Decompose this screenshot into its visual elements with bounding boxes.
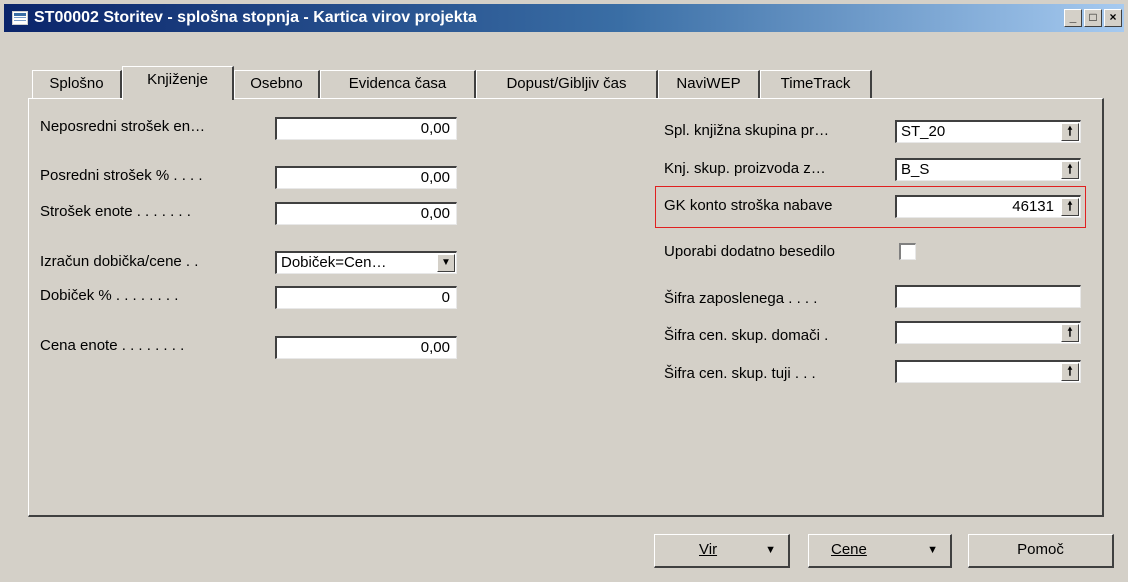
- extended-text-checkbox[interactable]: [899, 243, 916, 260]
- price-group-domestic-label: Šifra cen. skup. domači .: [664, 327, 829, 344]
- gen-prod-group-value: ST_20: [901, 123, 946, 140]
- resource-button-text: Vir: [699, 541, 718, 558]
- prices-button[interactable]: Cene ▼: [808, 534, 952, 568]
- dropdown-arrow-icon[interactable]: ▼: [437, 254, 455, 272]
- unit-cost-value: 0,00: [420, 205, 450, 222]
- tab-evidenca-casa[interactable]: Evidenca časa: [320, 70, 476, 98]
- gen-prod-group-label: Spl. knjižna skupina pr…: [664, 122, 830, 139]
- help-button[interactable]: Pomoč: [968, 534, 1114, 568]
- gl-account-value: 46131: [1012, 198, 1054, 215]
- unit-price-value: 0,00: [420, 339, 450, 356]
- direct-cost-field[interactable]: 0,00: [275, 117, 457, 140]
- prod-group-label: Knj. skup. proizvoda z…: [664, 160, 826, 177]
- tab-knjizenje[interactable]: Knjiženje: [122, 66, 234, 100]
- window-title: ST00002 Storitev - splošna stopnja - Kar…: [34, 9, 477, 26]
- price-group-domestic-field[interactable]: 🠕: [895, 321, 1081, 344]
- indirect-cost-label: Posredni strošek % . . . .: [40, 167, 203, 184]
- extended-text-label: Uporabi dodatno besedilo: [664, 243, 835, 260]
- form-icon: [12, 11, 28, 25]
- employee-no-label: Šifra zaposlenega . . . .: [664, 290, 818, 307]
- indirect-cost-field[interactable]: 0,00: [275, 166, 457, 189]
- tab-dopust-gibljiv-cas[interactable]: Dopust/Gibljiv čas: [476, 70, 658, 98]
- direct-cost-value: 0,00: [420, 120, 450, 137]
- profit-calc-select[interactable]: Dobiček=Cen… ▼: [275, 251, 457, 274]
- unit-price-label: Cena enote . . . . . . . .: [40, 337, 185, 354]
- title-bar: ST00002 Storitev - splošna stopnja - Kar…: [4, 4, 1124, 32]
- indirect-cost-value: 0,00: [420, 169, 450, 186]
- tab-timetrack[interactable]: TimeTrack: [760, 70, 872, 98]
- dropdown-arrow-icon: ▼: [927, 544, 938, 556]
- resource-button[interactable]: Vir ▼: [654, 534, 790, 568]
- minimize-button[interactable]: _: [1064, 9, 1082, 27]
- direct-cost-label: Neposredni strošek en…: [40, 118, 206, 135]
- prices-button-label: Cene: [831, 535, 867, 565]
- lookup-arrow-icon[interactable]: 🠕: [1061, 363, 1079, 381]
- gl-account-field[interactable]: 46131 🠕: [895, 195, 1081, 218]
- lookup-arrow-icon[interactable]: 🠕: [1061, 123, 1079, 141]
- dropdown-arrow-icon: ▼: [765, 544, 776, 556]
- tab-naviwep[interactable]: NaviWEP: [658, 70, 760, 98]
- price-group-foreign-field[interactable]: 🠕: [895, 360, 1081, 383]
- profit-pct-value: 0: [441, 289, 450, 306]
- gen-prod-group-field[interactable]: ST_20 🠕: [895, 120, 1081, 143]
- tab-osebno[interactable]: Osebno: [234, 70, 320, 98]
- unit-price-field[interactable]: 0,00: [275, 336, 457, 359]
- profit-pct-label: Dobiček % . . . . . . . .: [40, 287, 179, 304]
- lookup-arrow-icon[interactable]: 🠕: [1061, 161, 1079, 179]
- employee-no-field[interactable]: [895, 285, 1081, 308]
- profit-calc-value: Dobiček=Cen…: [281, 254, 387, 271]
- prices-button-text: Cene: [831, 541, 867, 558]
- project-resource-card-window: ST00002 Storitev - splošna stopnja - Kar…: [0, 0, 1128, 582]
- prod-group-field[interactable]: B_S 🠕: [895, 158, 1081, 181]
- lookup-arrow-icon[interactable]: 🠕: [1061, 324, 1079, 342]
- maximize-button[interactable]: □: [1084, 9, 1102, 27]
- close-button[interactable]: ×: [1104, 9, 1122, 27]
- profit-pct-field[interactable]: 0: [275, 286, 457, 309]
- resource-button-label: Vir: [699, 535, 717, 565]
- prod-group-value: B_S: [901, 161, 930, 178]
- unit-cost-field[interactable]: 0,00: [275, 202, 457, 225]
- unit-cost-label: Strošek enote . . . . . . .: [40, 203, 191, 220]
- tab-splosno[interactable]: Splošno: [32, 70, 122, 98]
- lookup-arrow-icon[interactable]: 🠕: [1061, 198, 1079, 216]
- price-group-foreign-label: Šifra cen. skup. tuji . . .: [664, 365, 816, 382]
- profit-calc-label: Izračun dobička/cene . .: [40, 253, 199, 270]
- gl-account-label: GK konto stroška nabave: [664, 197, 833, 214]
